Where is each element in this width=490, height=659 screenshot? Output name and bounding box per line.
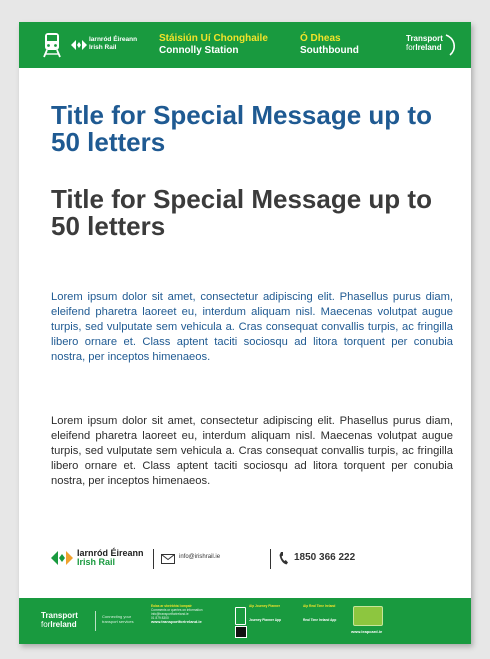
operator-name: Iarnród Éireann Irish Rail — [89, 36, 138, 51]
station-name-en: Connolly Station — [159, 45, 239, 56]
footer-leap-url[interactable]: www.leapcard.ie — [351, 630, 411, 634]
body-english: Lorem ipsum dolor sit amet, consectetur … — [51, 415, 453, 487]
irish-rail-logo-icon — [51, 551, 73, 565]
contact-phone[interactable]: 1850 366 222 — [294, 552, 355, 563]
contact-operator: Iarnród Éireann Irish Rail — [77, 548, 144, 567]
footer-real-time-block: Aip Real Time Ireland Real Time Ireland … — [303, 604, 337, 622]
direction-en: Southbound — [300, 45, 359, 56]
train-icon — [43, 33, 61, 58]
leap-card-icon — [353, 606, 383, 626]
divider — [95, 611, 96, 631]
footer-info-block: Eolas ar sheirbhísí iompair Comments or … — [151, 604, 229, 624]
qr-code-icon — [235, 626, 247, 638]
footer-leap-block: www.leapcard.ie — [351, 630, 411, 634]
mail-icon — [161, 554, 175, 564]
irish-rail-logo-icon — [71, 40, 87, 50]
smartphone-icon — [235, 607, 246, 625]
divider — [270, 549, 271, 569]
poster: Iarnród Éireann Irish Rail Stáisiún Uí C… — [19, 22, 471, 644]
direction: Ó Dheas Southbound — [300, 33, 359, 57]
body-irish: Lorem ipsum dolor sit amet, consectetur … — [51, 291, 453, 363]
tfi-logo: Transport forIreland — [406, 34, 443, 52]
footer-tfi-url[interactable]: www.transportforireland.ie — [151, 620, 229, 624]
divider — [153, 549, 154, 569]
station-name: Stáisiún Uí Chonghaile Connolly Station — [159, 33, 268, 57]
title-english: Title for Special Message up to 50 lette… — [51, 184, 432, 241]
footer-tfi-logo: Transport forIreland — [41, 611, 78, 629]
contact-email-link[interactable]: info@irishrail.ie — [179, 554, 220, 560]
station-name-ga: Stáisiún Uí Chonghaile — [159, 33, 268, 44]
footer-tagline: Connecting your transport services — [102, 614, 134, 624]
phone-icon — [279, 552, 288, 565]
title-irish: Title for Special Message up to 50 lette… — [51, 100, 432, 157]
header-bar: Iarnród Éireann Irish Rail Stáisiún Uí C… — [19, 22, 471, 68]
footer-journey-planner-block: Aip Journey Planner Journey Planner App — [249, 604, 281, 622]
footer-bar: Transport forIreland Connecting your tra… — [19, 598, 471, 644]
direction-ga: Ó Dheas — [300, 33, 341, 44]
contact-row: Iarnród Éireann Irish Rail info@irishrai… — [51, 546, 471, 572]
